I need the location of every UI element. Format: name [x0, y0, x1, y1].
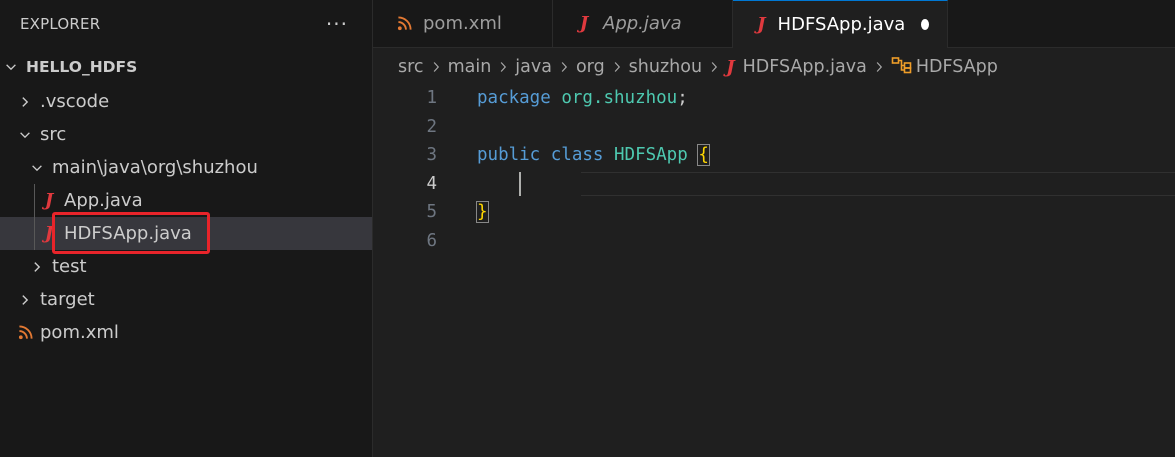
class-name-token: HDFSApp: [614, 145, 688, 166]
line-number: 1: [426, 88, 437, 109]
java-j-icon: J: [726, 56, 735, 78]
tree-item-label: target: [40, 289, 95, 310]
java-j-icon: J: [44, 190, 54, 211]
tab-hdfsapp-java[interactable]: J HDFSApp.java: [733, 0, 948, 48]
breadcrumb-symbol-label: HDFSApp: [915, 57, 998, 77]
keyword-token: public: [477, 145, 541, 166]
tree-item-label: src: [40, 124, 67, 145]
line-number: 3: [426, 145, 437, 166]
line-number: 4: [426, 173, 437, 194]
file-tree: HELLO_HDFS .vscode src main\java\org\shu…: [0, 48, 372, 349]
explorer-sidebar: EXPLORER ··· HELLO_HDFS .vscode src main…: [0, 0, 373, 457]
symbol-class-icon: [891, 56, 916, 79]
tab-pom-xml[interactable]: pom.xml: [373, 0, 553, 47]
breadcrumb-file-label: HDFSApp.java: [742, 57, 867, 77]
code-line: 1 package org.shuzhou;: [373, 84, 1175, 113]
tree-item-pom-xml[interactable]: pom.xml: [0, 316, 372, 349]
chevron-right-icon: [28, 260, 46, 274]
java-j-icon: J: [757, 14, 766, 35]
tree-item-vscode[interactable]: .vscode: [0, 85, 372, 118]
editor-tab-bar: pom.xml J App.java J HDFSApp.java: [373, 0, 1175, 48]
tree-item-test[interactable]: test: [0, 250, 372, 283]
brace-token: {: [697, 144, 710, 167]
code-editor[interactable]: 1 package org.shuzhou; 2 3 public class …: [373, 84, 1175, 457]
tree-item-main-java-org-shuzhou[interactable]: main\java\org\shuzhou: [0, 151, 372, 184]
tree-item-src[interactable]: src: [0, 118, 372, 151]
code-line: 6: [373, 227, 1175, 256]
breadcrumb-src[interactable]: src: [398, 57, 424, 77]
text-cursor: [519, 171, 521, 196]
code-line: 5 }: [373, 198, 1175, 227]
tree-root-hello-hdfs[interactable]: HELLO_HDFS: [0, 48, 372, 85]
tab-label: pom.xml: [423, 13, 502, 34]
chevron-right-icon: [873, 61, 885, 73]
indent-guide: [34, 217, 35, 250]
explorer-header: EXPLORER ···: [0, 0, 372, 48]
java-j-icon: J: [44, 223, 54, 244]
line-number: 2: [426, 116, 437, 137]
rss-icon: [395, 16, 413, 31]
tree-item-label: App.java: [64, 190, 143, 211]
chevron-right-icon: [16, 293, 34, 307]
line-number: 6: [426, 230, 437, 251]
code-content: [477, 171, 1175, 196]
tab-label: App.java: [603, 13, 682, 34]
punctuation-token: ;: [677, 88, 688, 109]
tab-label: HDFSApp.java: [777, 14, 906, 35]
java-j-icon: J: [579, 13, 589, 34]
code-content: }: [476, 201, 1175, 224]
chevron-right-icon: [611, 61, 623, 73]
keyword-token: package: [477, 88, 551, 109]
tree-item-label: .vscode: [40, 91, 110, 112]
tab-app-java[interactable]: J App.java: [553, 0, 733, 47]
code-content: package org.shuzhou;: [477, 88, 1175, 108]
breadcrumb: src main java org shuzhou J HDFSApp.java…: [373, 48, 1175, 86]
brace-token: }: [476, 201, 489, 224]
breadcrumb-symbol[interactable]: HDFSApp: [891, 56, 998, 79]
chevron-right-icon: [558, 61, 570, 73]
chevron-down-icon: [28, 161, 46, 175]
indent-guide: [34, 184, 35, 217]
keyword-token: class: [550, 145, 604, 166]
breadcrumb-java[interactable]: java: [515, 57, 552, 77]
chevron-right-icon: [430, 61, 442, 73]
breadcrumb-file[interactable]: J HDFSApp.java: [726, 57, 867, 78]
tree-item-label: HDFSApp.java: [64, 223, 192, 244]
tree-item-label: main\java\org\shuzhou: [52, 157, 258, 178]
tree-item-hdfsapp-java[interactable]: J HDFSApp.java: [0, 217, 372, 250]
more-actions-icon[interactable]: ···: [326, 14, 348, 34]
rss-icon: [16, 325, 34, 340]
chevron-right-icon: [708, 61, 720, 73]
breadcrumb-org[interactable]: org: [576, 57, 605, 77]
tree-item-target[interactable]: target: [0, 283, 372, 316]
code-line-current: 4: [373, 170, 1175, 199]
code-content: public class HDFSApp {: [477, 144, 1175, 167]
tree-item-label: test: [52, 256, 87, 277]
chevron-right-icon: [497, 61, 509, 73]
breadcrumb-shuzhou[interactable]: shuzhou: [629, 57, 702, 77]
chevron-down-icon: [2, 60, 20, 74]
unsaved-dot-icon[interactable]: [921, 19, 929, 30]
tree-root-label: HELLO_HDFS: [26, 57, 138, 76]
code-line: 2: [373, 113, 1175, 142]
line-number: 5: [426, 202, 437, 223]
chevron-right-icon: [16, 95, 34, 109]
chevron-down-icon: [16, 128, 34, 142]
tree-item-app-java[interactable]: J App.java: [0, 184, 372, 217]
package-name-token: org.shuzhou: [561, 88, 678, 109]
breadcrumb-main[interactable]: main: [448, 57, 492, 77]
tree-item-label: pom.xml: [40, 322, 119, 343]
explorer-title: EXPLORER: [20, 15, 101, 33]
code-line: 3 public class HDFSApp {: [373, 141, 1175, 170]
